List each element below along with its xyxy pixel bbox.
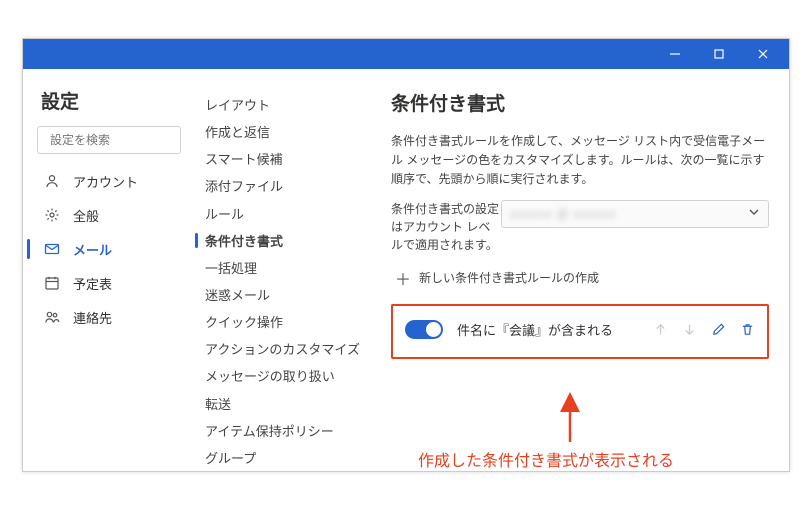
rule-move-up-button[interactable] [653,322,668,337]
close-icon [757,48,769,60]
submenu-item-customize-actions[interactable]: アクションのカスタマイズ [195,335,377,362]
window-close-button[interactable] [741,39,785,69]
calendar-icon [43,274,61,292]
submenu-item-compose[interactable]: 作成と返信 [195,118,377,145]
window-titlebar [23,39,789,69]
settings-search-input[interactable] [48,132,207,148]
submenu-item-conditional-formatting[interactable]: 条件付き書式 [195,227,377,254]
submenu-item-attachments[interactable]: 添付ファイル [195,172,377,199]
plus-icon: ＋ [395,266,411,290]
gear-icon [43,206,61,224]
people-icon [43,308,61,326]
sidebar-item-account[interactable]: アカウント [23,164,195,198]
settings-sidebar: 設定 アカウント 全般 メール [23,69,195,471]
sidebar-item-label: 連絡先 [73,308,112,327]
page-description: 条件付き書式ルールを作成して、メッセージ リスト内で受信電子メール メッセージの… [391,132,769,190]
person-icon [43,172,61,190]
annotation-caption: 作成した条件付き書式が表示される [418,447,674,471]
mail-icon [43,240,61,258]
page-title: 条件付き書式 [391,89,769,116]
maximize-icon [713,48,725,60]
window-minimize-button[interactable] [653,39,697,69]
submenu-item-layout[interactable]: レイアウト [195,91,377,118]
submenu-item-retention[interactable]: アイテム保持ポリシー [195,417,377,444]
submenu-item-message-handling[interactable]: メッセージの取り扱い [195,362,377,389]
settings-window: 設定 アカウント 全般 メール [22,38,790,472]
sidebar-item-general[interactable]: 全般 [23,198,195,232]
account-scope-label: 条件付き書式の設定はアカウント レベルで適用されます。 [391,200,501,254]
account-scope-row: 条件付き書式の設定はアカウント レベルで適用されます。 xxxxxx @ xxx… [391,200,769,254]
sidebar-item-label: 全般 [73,206,99,225]
sidebar-item-calendar[interactable]: 予定表 [23,266,195,300]
settings-title: 設定 [41,87,195,114]
window-maximize-button[interactable] [697,39,741,69]
conditional-formatting-pane: 条件付き書式 条件付き書式ルールを作成して、メッセージ リスト内で受信電子メール… [377,69,789,471]
pencil-icon [711,322,726,337]
add-rule-label: 新しい条件付き書式ルールの作成 [419,269,599,286]
mail-settings-submenu: レイアウト 作成と返信 スマート候補 添付ファイル ルール 条件付き書式 一括処… [195,69,377,471]
submenu-item-smart[interactable]: スマート候補 [195,145,377,172]
submenu-item-junk[interactable]: 迷惑メール [195,281,377,308]
rule-delete-button[interactable] [740,322,755,337]
rule-item-highlighted: 件名に『会議』が含まれる [391,304,769,359]
submenu-item-groups[interactable]: グループ [195,444,377,471]
rule-move-down-button[interactable] [682,322,697,337]
add-rule-button[interactable]: ＋ 新しい条件付き書式ルールの作成 [395,266,769,290]
sidebar-item-mail[interactable]: メール [23,232,195,266]
settings-content: 設定 アカウント 全般 メール [23,69,789,471]
account-selector[interactable]: xxxxxx @ xxxxxx [501,200,769,228]
rule-name: 件名に『会議』が含まれる [457,320,653,339]
sidebar-item-label: メール [73,240,112,259]
submenu-item-rules[interactable]: ルール [195,200,377,227]
rule-actions [653,322,755,337]
minimize-icon [669,48,681,60]
rule-edit-button[interactable] [711,322,726,337]
arrow-up-icon [653,322,668,337]
account-selected-value: xxxxxx @ xxxxxx [510,207,616,221]
settings-search[interactable] [37,126,181,154]
submenu-item-sweep[interactable]: 一括処理 [195,254,377,281]
trash-icon [740,322,755,337]
submenu-item-quick-steps[interactable]: クイック操作 [195,308,377,335]
sidebar-item-label: 予定表 [73,274,112,293]
rule-enable-toggle[interactable] [405,320,443,339]
arrow-down-icon [682,322,697,337]
submenu-item-forwarding[interactable]: 転送 [195,390,377,417]
chevron-down-icon [748,206,760,221]
sidebar-item-label: アカウント [73,172,138,191]
sidebar-item-contacts[interactable]: 連絡先 [23,300,195,334]
settings-nav: アカウント 全般 メール 予定表 連絡先 [23,164,195,334]
